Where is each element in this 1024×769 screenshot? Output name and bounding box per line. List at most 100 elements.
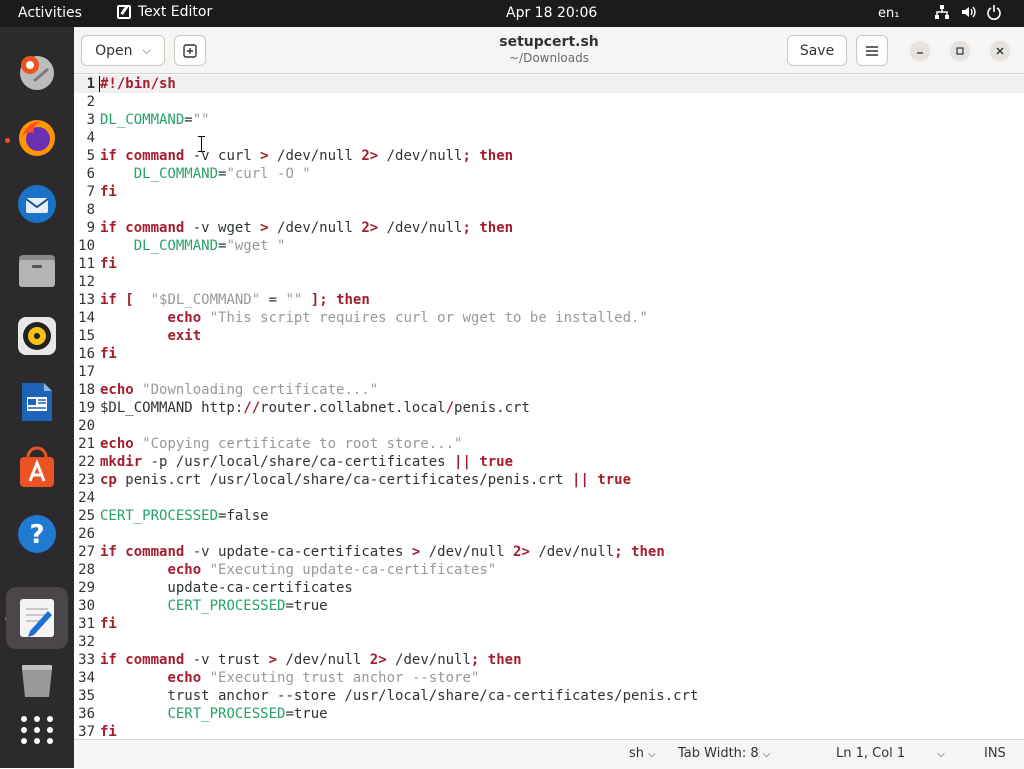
code-line[interactable]: echo "Executing update-ca-certificates": [100, 561, 1020, 579]
code-line[interactable]: CERT_PROCESSED=true: [100, 705, 1020, 723]
code-token: true: [597, 472, 632, 488]
code-line[interactable]: if command -v wget > /dev/null 2> /dev/n…: [100, 219, 1020, 237]
code-token: command: [125, 544, 185, 560]
line-number: 23: [78, 472, 95, 488]
rhythmbox-app[interactable]: [14, 313, 60, 359]
code-line[interactable]: DL_COMMAND="wget ": [100, 237, 1020, 255]
code-token: if: [100, 652, 117, 668]
cursor-position-selector[interactable]: Ln 1, Col 1 ⌵: [836, 746, 945, 761]
trash-app[interactable]: [14, 655, 60, 701]
code-line[interactable]: if command -v trust > /dev/null 2> /dev/…: [100, 651, 1020, 669]
power-icon: [987, 5, 1001, 20]
show-apps-button[interactable]: [14, 707, 60, 753]
code-line[interactable]: cp penis.crt /usr/local/share/ca-certifi…: [100, 471, 1020, 489]
code-line[interactable]: mkdir -p /usr/local/share/ca-certificate…: [100, 453, 1020, 471]
line-number: 20: [78, 418, 95, 434]
thunderbird-app[interactable]: [14, 181, 60, 227]
code-line[interactable]: update-ca-certificates: [100, 579, 1020, 597]
firefox-app[interactable]: [14, 115, 60, 161]
input-language-indicator[interactable]: en₁: [878, 6, 899, 21]
help-icon: ?: [18, 515, 56, 553]
minimize-icon: [917, 52, 923, 54]
tab-width-selector[interactable]: Tab Width: 8 ⌵: [678, 746, 770, 761]
files-app[interactable]: [14, 247, 60, 293]
code-line[interactable]: fi: [100, 345, 1020, 363]
chevron-down-icon: ⌵: [762, 749, 771, 760]
line-number: 31: [78, 616, 95, 632]
open-button[interactable]: Open ⌵: [81, 35, 165, 66]
code-line[interactable]: [100, 489, 1020, 507]
code-line[interactable]: [100, 417, 1020, 435]
code-line[interactable]: [100, 201, 1020, 219]
code-line[interactable]: #!/bin/sh: [100, 75, 1020, 93]
code-token: 2>: [361, 220, 379, 236]
code-token: CERT_PROCESSED: [100, 508, 219, 524]
code-line[interactable]: [100, 273, 1020, 291]
code-line[interactable]: [100, 363, 1020, 381]
save-button[interactable]: Save: [787, 35, 847, 66]
app-center-app[interactable]: [14, 445, 60, 491]
dock: ?: [0, 27, 74, 768]
code-line[interactable]: exit: [100, 327, 1020, 345]
code-line[interactable]: DL_COMMAND="": [100, 111, 1020, 129]
line-number: 2: [86, 94, 95, 110]
files-icon: [19, 255, 55, 287]
minimize-button[interactable]: [910, 41, 930, 61]
code-token: >: [260, 148, 269, 164]
language-selector[interactable]: sh ⌵: [629, 746, 656, 761]
code-line[interactable]: [100, 129, 1020, 147]
code-line[interactable]: [100, 525, 1020, 543]
new-tab-button[interactable]: [174, 35, 206, 66]
maximize-button[interactable]: [950, 41, 970, 61]
app-menu[interactable]: Text Editor: [117, 4, 212, 20]
code-token: >: [260, 220, 269, 236]
code-line[interactable]: [100, 633, 1020, 651]
line-number: 9: [86, 220, 95, 236]
code-token: if: [100, 220, 117, 236]
main-menu-button[interactable]: [856, 35, 888, 66]
code-token: 2>: [369, 652, 387, 668]
close-button[interactable]: [990, 41, 1010, 61]
code-line[interactable]: DL_COMMAND="curl -O ": [100, 165, 1020, 183]
code-line[interactable]: if [ "$DL_COMMAND" = "" ]; then: [100, 291, 1020, 309]
code-line[interactable]: if command -v update-ca-certificates > /…: [100, 543, 1020, 561]
libreoffice-writer-app[interactable]: [14, 379, 60, 425]
code-line[interactable]: echo "Downloading certificate...": [100, 381, 1020, 399]
text-cursor: [99, 76, 100, 92]
code-token: mkdir: [100, 454, 143, 470]
code-line[interactable]: echo "This script requires curl or wget …: [100, 309, 1020, 327]
code-token: then: [631, 544, 665, 560]
code-line[interactable]: echo "Executing trust anchor --store": [100, 669, 1020, 687]
code-line[interactable]: CERT_PROCESSED=false: [100, 507, 1020, 525]
chevron-down-icon: ⌵: [937, 749, 945, 760]
text-editor-app[interactable]: [6, 587, 68, 649]
line-number: 17: [78, 364, 95, 380]
code-line[interactable]: fi: [100, 183, 1020, 201]
text-editor-area[interactable]: 1 2 3 4 5 6 7 8 9 10 11 12 13 14 15 16 17 18 19 20 21 22 23 24 2…: [74, 74, 1024, 739]
activities-button[interactable]: Activities: [18, 5, 82, 21]
code-line[interactable]: fi: [100, 255, 1020, 273]
help-app[interactable]: ?: [14, 511, 60, 557]
code-line[interactable]: if command -v curl > /dev/null 2> /dev/n…: [100, 147, 1020, 165]
line-number: 37: [78, 724, 95, 739]
line-number: 19: [78, 400, 95, 416]
line-number: 26: [78, 526, 95, 542]
code-token: router.collabnet.local: [260, 400, 446, 416]
system-tray[interactable]: [934, 4, 1002, 20]
code-token: fi: [100, 616, 117, 632]
code-line[interactable]: fi: [100, 615, 1020, 633]
code-line[interactable]: fi: [100, 723, 1020, 739]
code-line[interactable]: [100, 93, 1020, 111]
ubuntu-dock-app[interactable]: [14, 49, 60, 95]
clock[interactable]: Apr 18 20:06: [506, 5, 597, 21]
code-line[interactable]: echo "Copying certificate to root store.…: [100, 435, 1020, 453]
line-number: 15: [78, 328, 95, 344]
insert-mode-indicator[interactable]: INS: [984, 746, 1006, 761]
code-line[interactable]: trust anchor --store /usr/local/share/ca…: [100, 687, 1020, 705]
code-line[interactable]: $DL_COMMAND http://router.collabnet.loca…: [100, 399, 1020, 417]
code-line[interactable]: CERT_PROCESSED=true: [100, 597, 1020, 615]
